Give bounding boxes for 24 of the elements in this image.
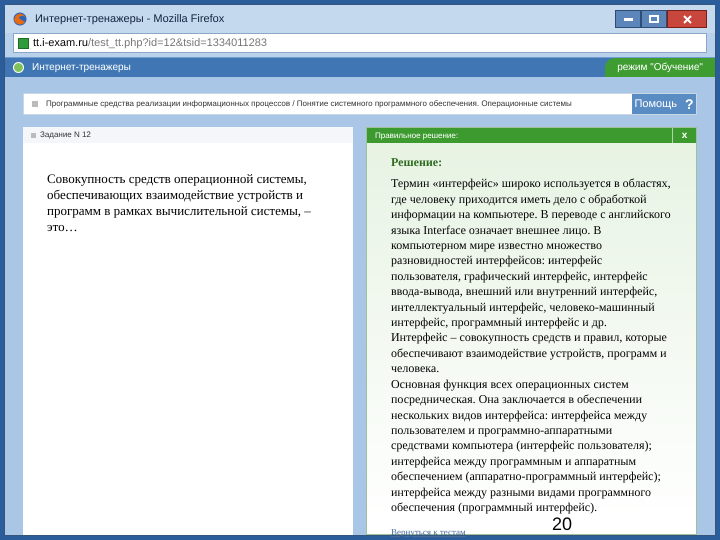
minimize-button[interactable] [615, 10, 641, 28]
solution-paragraph: Термин «интерфейс» широко используется в областях, где человеку приходится иметь дело с обработкой информации на компьютере. В переводе с английского языка Interface означает внешнее лицо. В компьютерном мире известно множество разновидностей интерфейсов: интерфейс пользователя, графический интерфейс, интерфейс ввода-вывода, внешний или внутренний интерфейс, интеллектуальный интерфейс, человеко-машинный интерфейс, программный интерфейс и др. [391, 176, 672, 330]
help-button[interactable]: Помощь ? [632, 94, 696, 114]
browser-logo-icon [13, 12, 27, 26]
window-title: Интернет-тренажеры - Mozilla Firefox [35, 12, 226, 27]
breadcrumb-text: Программные средства реализации информационных процессов / Понятие системного программного обеспечения. Операционные системы [46, 98, 572, 110]
solution-paragraph: Интерфейс – совокупность средств и правил, которые обеспечивают взаимодействие устройств, программ и человека. [391, 330, 668, 377]
close-button[interactable] [667, 10, 707, 28]
site-icon [18, 38, 29, 48]
bullet-icon [32, 101, 38, 107]
solution-paragraph: Основная функция всех операционных систем посредническая. Она заключается в обеспечении нескольких видов интерфейса: интерфейса между пользователем и программно-аппаратными средствами компьютера (интерфейс пользователя); интерфейса между программным и аппаратным обеспечением (аппаратно-программный интерфейс); интерфейса между разными видами программного обеспечения (программный интерфейс). [391, 376, 662, 516]
bullet-icon [31, 132, 36, 138]
app-title: Интернет-тренажеры [32, 61, 132, 75]
maximize-button[interactable] [641, 10, 667, 28]
task-number: Задание N 12 [40, 129, 91, 141]
close-button[interactable]: x [672, 128, 696, 143]
slide-number: 20 [552, 514, 572, 534]
solution-title: Правильное решение: [374, 130, 460, 142]
address-field[interactable]: tt.i-exam.ru/test_tt.php?id=12&tsid=1334011283 [13, 33, 707, 53]
mode-badge: режим "Обучение" [605, 58, 715, 77]
question-text: Совокупность средств операционной системы, обеспечивающих взаимодействие устройств и программ в рамках вычислительной системы, – это… [46, 171, 312, 235]
close-icon [682, 14, 692, 24]
globe-icon [13, 62, 24, 73]
solution-heading: Решение: [391, 155, 444, 170]
